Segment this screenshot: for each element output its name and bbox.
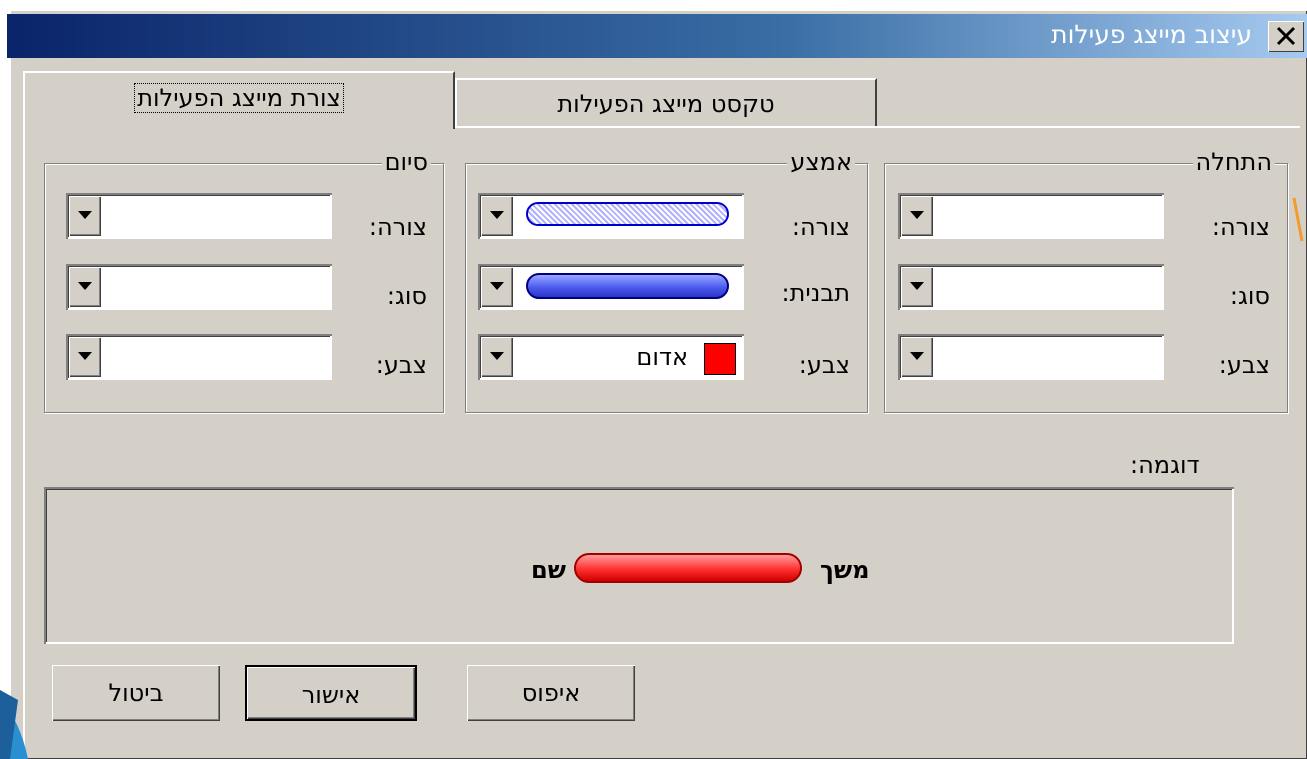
- dropdown-arrow-icon: [490, 282, 504, 290]
- dropdown-arrow-icon: [490, 352, 504, 360]
- end-type-select[interactable]: [66, 264, 332, 310]
- tab-activity-text[interactable]: טקסט מייצג הפעילות: [455, 78, 877, 126]
- row-label: צורה:: [1211, 213, 1270, 241]
- sample-bar: [574, 553, 802, 583]
- color-swatch: [704, 343, 736, 375]
- row-label: צבע:: [375, 351, 427, 379]
- pattern-preview: [526, 273, 729, 299]
- title-bar[interactable]: עיצוב מייצג פעילות: [7, 14, 1307, 58]
- reset-button[interactable]: איפוס: [467, 665, 635, 721]
- row-label: צורה:: [368, 213, 427, 241]
- dropdown-button[interactable]: [901, 337, 933, 377]
- tab-label: טקסט מייצג הפעילות: [557, 90, 775, 118]
- dropdown-arrow-icon: [78, 282, 92, 290]
- dropdown-button[interactable]: [481, 337, 513, 377]
- dropdown-arrow-icon: [910, 211, 924, 219]
- dropdown-arrow-icon: [490, 211, 504, 219]
- ok-button[interactable]: אישור: [245, 665, 417, 721]
- dropdown-arrow-icon: [78, 352, 92, 360]
- start-color-select[interactable]: [898, 334, 1164, 380]
- dropdown-arrow-icon: [910, 352, 924, 360]
- dropdown-button[interactable]: [481, 267, 513, 307]
- tab-divider: [455, 126, 1300, 128]
- row-label: צורה:: [791, 213, 850, 241]
- dropdown-arrow-icon: [910, 282, 924, 290]
- tab-label: צורת מייצג הפעילות: [134, 83, 344, 113]
- sample-label: דוגמה:: [1130, 451, 1200, 479]
- end-shape-select[interactable]: [66, 193, 332, 239]
- start-shape-select[interactable]: [898, 193, 1164, 239]
- end-color-select[interactable]: [66, 334, 332, 380]
- tab-activity-shape[interactable]: צורת מייצג הפעילות: [23, 71, 455, 129]
- start-type-select[interactable]: [898, 264, 1164, 310]
- sample-start-text: משך: [820, 556, 870, 584]
- dropdown-button[interactable]: [481, 196, 513, 236]
- shape-preview: [526, 202, 729, 226]
- dropdown-button[interactable]: [901, 267, 933, 307]
- dropdown-arrow-icon: [78, 211, 92, 219]
- dropdown-button[interactable]: [69, 337, 101, 377]
- close-icon: [1276, 26, 1296, 46]
- dropdown-button[interactable]: [69, 267, 101, 307]
- middle-color-select[interactable]: אדום: [478, 334, 744, 380]
- dropdown-button[interactable]: [69, 196, 101, 236]
- row-label: סוג:: [386, 282, 427, 310]
- row-label: צבע:: [798, 351, 850, 379]
- sample-end-text: שם: [531, 556, 566, 584]
- group-title: התחלה: [1192, 148, 1275, 176]
- middle-shape-select[interactable]: [478, 193, 744, 239]
- cancel-button[interactable]: ביטול: [52, 665, 220, 721]
- dropdown-button[interactable]: [901, 196, 933, 236]
- group-title: סיום: [381, 148, 431, 176]
- background-decoration: [0, 690, 28, 759]
- background-decoration: [1292, 197, 1304, 242]
- close-button[interactable]: [1268, 21, 1304, 52]
- window-title: עיצוב מייצג פעילות: [1051, 20, 1252, 49]
- row-label: תבנית:: [781, 279, 850, 307]
- row-label: צבע:: [1218, 351, 1270, 379]
- row-label: סוג:: [1229, 282, 1270, 310]
- middle-pattern-select[interactable]: [478, 264, 744, 310]
- color-name: אדום: [636, 343, 688, 371]
- group-title: אמצע: [787, 148, 855, 176]
- panel-border: [23, 126, 25, 746]
